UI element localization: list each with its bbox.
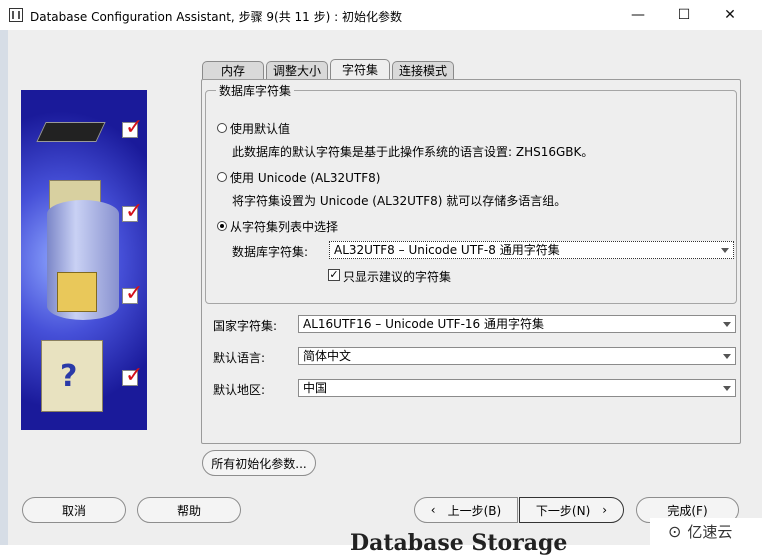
- help-button[interactable]: 帮助: [137, 497, 241, 523]
- checkmark-icon: ✓: [125, 115, 144, 140]
- step-check-2: ✓: [122, 199, 143, 224]
- next-button[interactable]: 下一步(N) ›: [519, 497, 624, 523]
- chevron-right-icon: ›: [602, 503, 608, 517]
- cancel-button[interactable]: 取消: [22, 497, 126, 523]
- window-title: Database Configuration Assistant, 步骤 9(共…: [30, 10, 402, 24]
- wizard-illustration: ? ✓ ✓ ✓ ✓: [21, 90, 147, 430]
- app-icon: [9, 8, 23, 22]
- watermark-text: 亿速云: [687, 523, 733, 541]
- step-check-1: ✓: [122, 115, 143, 140]
- show-recommended-label[interactable]: 只显示建议的字符集: [343, 268, 451, 285]
- chip-icon: [36, 122, 106, 142]
- help-folder-icon: ?: [41, 340, 103, 412]
- db-charset-label: 数据库字符集:: [232, 245, 309, 259]
- national-charset-select[interactable]: AL16UTF16 – Unicode UTF-16 通用字符集: [298, 315, 736, 333]
- radio-unicode-desc: 将字符集设置为 Unicode (AL32UTF8) 就可以存储多语言组。: [232, 194, 567, 208]
- chevron-down-icon: [723, 322, 731, 327]
- maximize-button[interactable]: ☐: [661, 0, 707, 30]
- chevron-down-icon: [723, 386, 731, 391]
- radio-unicode[interactable]: [217, 172, 227, 182]
- next-button-label: 下一步(N): [535, 503, 591, 518]
- title-bar: Database Configuration Assistant, 步骤 9(共…: [0, 0, 762, 30]
- national-charset-value: AL16UTF16 – Unicode UTF-16 通用字符集: [303, 317, 544, 331]
- close-button[interactable]: ✕: [707, 0, 753, 30]
- checkmark-icon: ✓: [125, 199, 144, 224]
- checkmark-icon: ✓: [125, 363, 144, 388]
- default-territory-value: 中国: [303, 381, 328, 395]
- default-language-label: 默认语言:: [213, 351, 266, 365]
- default-language-value: 简体中文: [303, 349, 352, 363]
- radio-unicode-label[interactable]: 使用 Unicode (AL32UTF8): [230, 169, 380, 186]
- radio-from-list-label[interactable]: 从字符集列表中选择: [230, 218, 338, 235]
- radio-from-list[interactable]: [217, 221, 227, 231]
- radio-default-desc: 此数据库的默认字符集是基于此操作系统的语言设置: ZHS16GBK。: [232, 145, 594, 159]
- chevron-down-icon: [721, 248, 729, 253]
- default-territory-label: 默认地区:: [213, 383, 266, 397]
- window-left-edge: [0, 30, 8, 545]
- all-init-params-button[interactable]: 所有初始化参数...: [202, 450, 316, 476]
- show-recommended-checkbox[interactable]: ✓: [328, 269, 340, 281]
- default-language-select[interactable]: 简体中文: [298, 347, 736, 365]
- back-button-label: 上一步(B): [447, 503, 502, 518]
- minimize-button[interactable]: —: [615, 0, 661, 30]
- national-charset-label: 国家字符集:: [213, 319, 278, 333]
- group-title: 数据库字符集: [216, 82, 295, 99]
- radio-default-label[interactable]: 使用默认值: [230, 120, 290, 137]
- shapes-icon: [57, 272, 97, 312]
- watermark-logo-icon: ⊙: [668, 522, 682, 541]
- radio-default[interactable]: [217, 123, 227, 133]
- back-button[interactable]: ‹ 上一步(B): [414, 497, 518, 523]
- tab-memory[interactable]: 内存: [202, 61, 264, 79]
- tab-sizing[interactable]: 调整大小: [266, 61, 328, 79]
- watermark: ⊙ 亿速云: [650, 518, 762, 545]
- checkmark-icon: ✓: [125, 281, 144, 306]
- db-charset-select[interactable]: AL32UTF8 – Unicode UTF-8 通用字符集: [329, 241, 734, 259]
- db-charset-value: AL32UTF8 – Unicode UTF-8 通用字符集: [334, 243, 560, 257]
- step-check-3: ✓: [122, 281, 143, 306]
- chevron-down-icon: [723, 354, 731, 359]
- default-territory-select[interactable]: 中国: [298, 379, 736, 397]
- dbca-window: Database Configuration Assistant, 步骤 9(共…: [0, 0, 762, 556]
- step-check-4: ✓: [122, 363, 143, 388]
- chevron-left-icon: ‹: [430, 503, 436, 517]
- tab-character-sets[interactable]: 字符集: [330, 59, 390, 79]
- tab-connection-mode[interactable]: 连接模式: [392, 61, 454, 79]
- background-window-text: Database Storage: [350, 530, 568, 556]
